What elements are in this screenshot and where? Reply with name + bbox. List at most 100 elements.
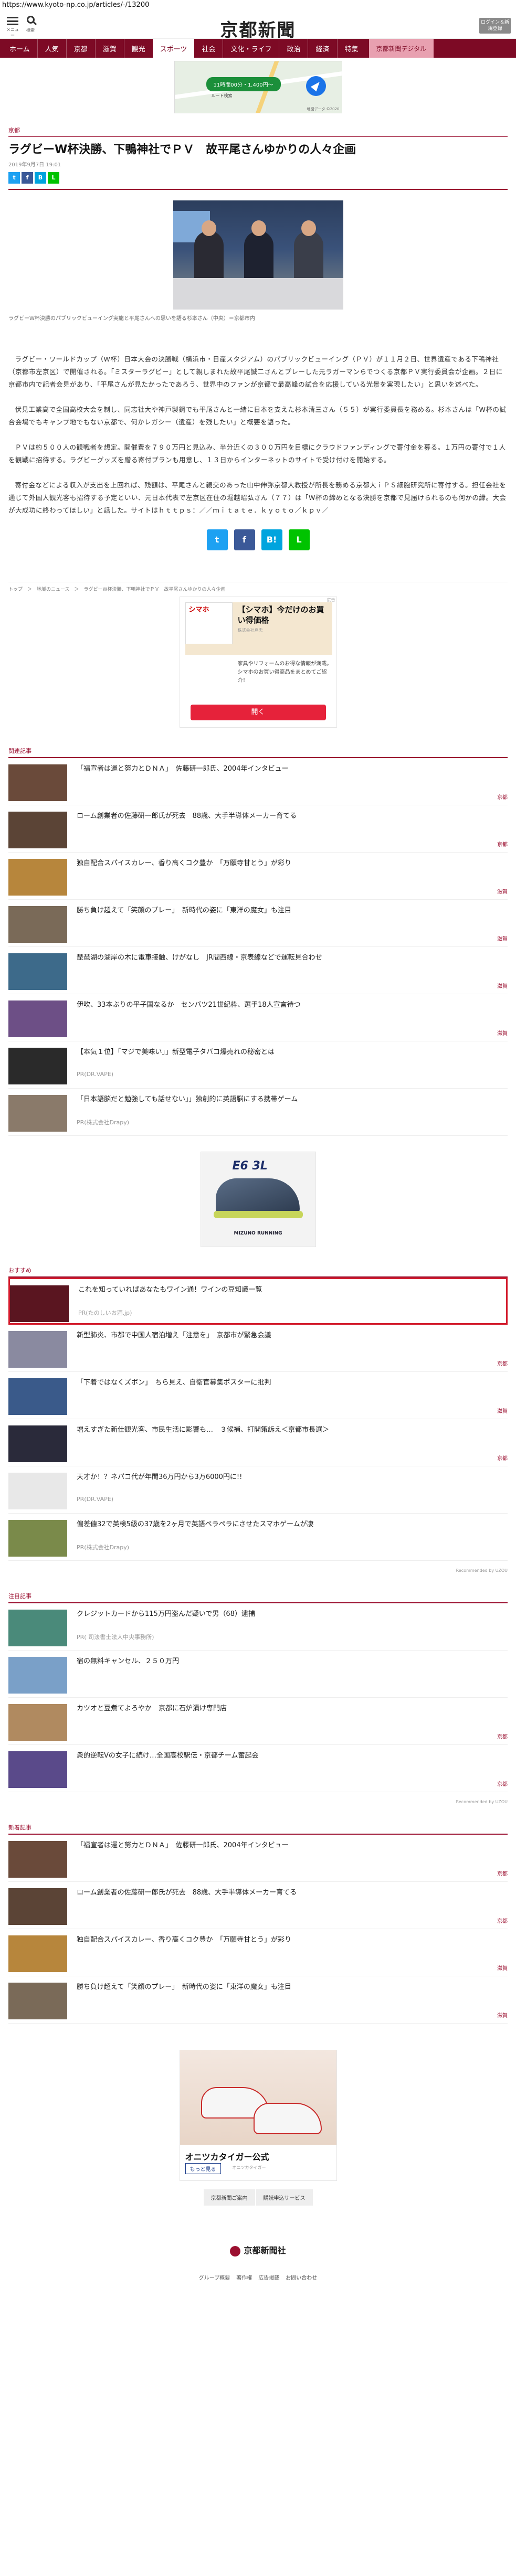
footer-menu-item[interactable]: お問い合わせ [286,2275,317,2281]
list-item[interactable]: 琵琶湖の湖岸の木に電車接触、けがなし JR間西線・京表線などで運転見合わせ 滋賀 [8,947,508,994]
nav-item[interactable]: 人気 [37,39,66,58]
url-bar[interactable]: https://www.kyoto-np.co.jp/articles/-/13… [0,0,516,12]
nav-item[interactable]: スポーツ [152,39,195,58]
list-item[interactable]: ローム創業者の佐藤研一郎氏が死去 88歳、大手半導体メーカー育てる 京都 [8,1882,508,1929]
thumbnail[interactable] [8,764,67,801]
nav-item[interactable]: 観光 [123,39,153,58]
list-item[interactable]: 勝ち負け超えて「笑顔のプレー」 新時代の姿に「東洋の魔女」も注目 滋賀 [8,1976,508,2024]
thumbnail[interactable] [8,1378,67,1415]
list-item[interactable]: 増えすぎた新仕観光客、市民生活に影響も… ３候補、打開策訴え＜京都市長選＞ 京都 [8,1419,508,1466]
list-item-title[interactable]: 独自配合スパイスカレー、香り高くコク豊か 「万願寺甘とう」が彩り [77,859,508,868]
site-logo[interactable]: 京都新聞 [0,16,516,41]
line-icon[interactable]: L [288,529,310,550]
twitter-icon[interactable]: t [206,529,228,550]
list-item[interactable]: 宿の無料キャンセル、２５０万円 [8,1651,508,1698]
shimaho-ad[interactable]: シマホ 【シマホ】今だけのお買い得価格 株式会社島忠 家具やリフォームのお得な情… [179,597,337,728]
thumbnail[interactable] [8,953,67,990]
list-item-title[interactable]: 宿の無料キャンセル、２５０万円 [77,1657,508,1666]
login-button[interactable]: ログイン＆新規登録 [479,18,511,34]
facebook-icon[interactable]: f [234,529,255,550]
nav-item[interactable]: 文化・ライフ [223,39,279,58]
nav-item[interactable]: 社会 [194,39,223,58]
line-icon[interactable]: L [48,172,59,184]
list-item-title[interactable]: 偏差値32で英検5級の37歳を2ヶ月で英語ペラペラにさせたスマホゲームが凄 [77,1520,508,1529]
list-item[interactable]: 「福宣者は運と努力とＤＮＡ」 佐藤研一郎氏、2004年インタビュー 京都 [8,1835,508,1882]
mizuno-ad[interactable]: E6 3L MIZUNO RUNNING [200,1152,316,1247]
list-item[interactable]: ローム創業者の佐藤研一郎氏が死去 88歳、大手半導体メーカー育てる 京都 [8,805,508,853]
uzou-credit[interactable]: Recommended by UZOU [8,1792,508,1804]
list-item-title[interactable]: 天才か！？ネパコ代が年間36万円から3万6000円に!! [77,1473,508,1482]
list-item-title[interactable]: 勝ち負け超えて「笑顔のプレー」 新時代の姿に「東洋の魔女」も注目 [77,906,508,916]
twitter-icon[interactable]: t [8,172,20,184]
route-pill[interactable]: 11時間00分・1,400円～ [206,77,281,91]
thumbnail[interactable] [8,1935,67,1972]
list-item-title[interactable]: 増えすぎた新仕観光客、市民生活に影響も… ３候補、打開策訴え＜京都市長選＞ [77,1425,508,1435]
thumbnail[interactable] [8,1520,67,1557]
map-ad[interactable]: 11時間00分・1,400円～ ルート検索 地図データ ©2020 [174,61,342,113]
thumbnail[interactable] [8,1704,67,1741]
hatena-icon[interactable]: B [35,172,46,184]
list-item[interactable]: カツオと豆煮てよろやか 京都に石炉漬け専門店 京都 [8,1698,508,1745]
nav-item[interactable]: 滋賀 [94,39,124,58]
list-item-title[interactable]: 琵琶湖の湖岸の木に電車接触、けがなし JR間西線・京表線などで運転見合わせ [77,953,508,963]
footer-link-guide[interactable]: 京都新聞ご案内 [203,2189,255,2206]
thumbnail[interactable] [8,906,67,943]
thumbnail[interactable] [8,1841,67,1878]
list-item[interactable]: 偏差値32で英検5級の37歳を2ヶ月で英語ペラペラにさせたスマホゲームが凄 PR(… [8,1514,508,1561]
nav-item[interactable]: 京都新聞デジタル [368,39,434,58]
thumbnail[interactable] [8,1331,67,1368]
thumbnail[interactable] [8,859,67,896]
footer-logo[interactable]: 京都新聞社 [0,2243,516,2256]
thumbnail[interactable] [8,1751,67,1788]
nav-item[interactable]: 京都 [66,39,95,58]
list-item[interactable]: 伊吹、33本ぶりの平子国なるか センバツ21世紀枠、選手18人宣言待つ 滋賀 [8,994,508,1041]
footer-link-subscribe[interactable]: 購読申込サービス [256,2189,313,2206]
ad-more-button[interactable]: もっと見る [185,2163,221,2174]
list-item[interactable]: これを知っていればあなたもワイン通！ワインの豆知識一覧 PR(たのしいお酒.jp) [8,1278,508,1325]
onitsuka-ad[interactable]: オニツカタイガー公式 もっと見る オニツカタイガー [179,2050,337,2181]
list-item-title[interactable]: これを知っていればあなたもワイン通！ワインの豆知識一覧 [78,1285,506,1295]
nav-item[interactable]: 特集 [336,39,366,58]
list-item-title[interactable]: 【本気１位】「マジで美味い」」新型電子タバコ爆売れの秘密とは [77,1048,508,1057]
thumbnail[interactable] [8,1888,67,1925]
thumbnail[interactable] [8,1657,67,1694]
thumbnail[interactable] [8,1095,67,1132]
article-section[interactable]: 京都 [8,126,508,134]
list-item[interactable]: 衆的逆転Vの女子に続け…全国高校駅伝・京都チーム奮起会 京都 [8,1745,508,1792]
list-item[interactable]: 独自配合スパイスカレー、香り高くコク豊か 「万願寺甘とう」が彩り 滋賀 [8,1929,508,1976]
nav-item[interactable]: 政治 [279,39,308,58]
ad-open-button[interactable]: 開く [190,705,326,720]
list-item[interactable]: 独自配合スパイスカレー、香り高くコク豊か 「万願寺甘とう」が彩り 滋賀 [8,853,508,900]
list-item-title[interactable]: 「福宣者は運と努力とＤＮＡ」 佐藤研一郎氏、2004年インタビュー [77,1841,508,1850]
list-item[interactable]: 「福宣者は運と努力とＤＮＡ」 佐藤研一郎氏、2004年インタビュー 京都 [8,758,508,805]
thumbnail[interactable] [8,1473,67,1509]
ad-choices-icon[interactable]: 広告 [327,597,335,603]
footer-menu-item[interactable]: 著作権 [236,2275,252,2281]
thumbnail[interactable] [8,812,67,848]
list-item-title[interactable]: カツオと豆煮てよろやか 京都に石炉漬け専門店 [77,1704,508,1713]
thumbnail[interactable] [10,1285,69,1322]
thumbnail[interactable] [8,1000,67,1037]
list-item[interactable]: 天才か！？ネパコ代が年間36万円から3万6000円に!! PR(DR.VAPE) [8,1466,508,1514]
nav-item[interactable]: ホーム [2,39,37,58]
list-item-title[interactable]: 新型肺炎、市都で中国人宿泊増え「注意を」 京都市が緊急会議 [77,1331,508,1340]
list-item[interactable]: 「日本語脳だと勉強しても話せない」」独創的に英語脳にする携帯ゲーム PR(株式会社… [8,1089,508,1136]
list-item-title[interactable]: 勝ち負け超えて「笑顔のプレー」 新時代の姿に「東洋の魔女」も注目 [77,1983,508,1992]
facebook-icon[interactable]: f [22,172,33,184]
thumbnail[interactable] [8,1610,67,1646]
list-item-title[interactable]: 独自配合スパイスカレー、香り高くコク豊か 「万願寺甘とう」が彩り [77,1935,508,1945]
list-item-title[interactable]: 衆的逆転Vの女子に続け…全国高校駅伝・京都チーム奮起会 [77,1751,508,1761]
thumbnail[interactable] [8,1048,67,1084]
list-item-title[interactable]: ローム創業者の佐藤研一郎氏が死去 88歳、大手半導体メーカー育てる [77,1888,508,1898]
list-item-title[interactable]: ローム創業者の佐藤研一郎氏が死去 88歳、大手半導体メーカー育てる [77,812,508,821]
navigation-icon[interactable] [306,76,326,96]
list-item-title[interactable]: クレジットカードから115万円盗んだ疑いで男（68）逮捕 [77,1610,508,1619]
hatena-icon[interactable]: B! [261,529,282,550]
list-item-title[interactable]: 「日本語脳だと勉強しても話せない」」独創的に英語脳にする携帯ゲーム [77,1095,508,1104]
list-item-title[interactable]: 伊吹、33本ぶりの平子国なるか センバツ21世紀枠、選手18人宣言待つ [77,1000,508,1010]
thumbnail[interactable] [8,1983,67,2019]
article-photo[interactable] [173,200,343,310]
list-item[interactable]: 勝ち負け超えて「笑顔のプレー」 新時代の姿に「東洋の魔女」も注目 滋賀 [8,900,508,947]
list-item[interactable]: 新型肺炎、市都で中国人宿泊増え「注意を」 京都市が緊急会議 京都 [8,1325,508,1372]
list-item[interactable]: 「下着ではなくズボン」 ちら見え、自衛官募集ポスターに批判 滋賀 [8,1372,508,1419]
